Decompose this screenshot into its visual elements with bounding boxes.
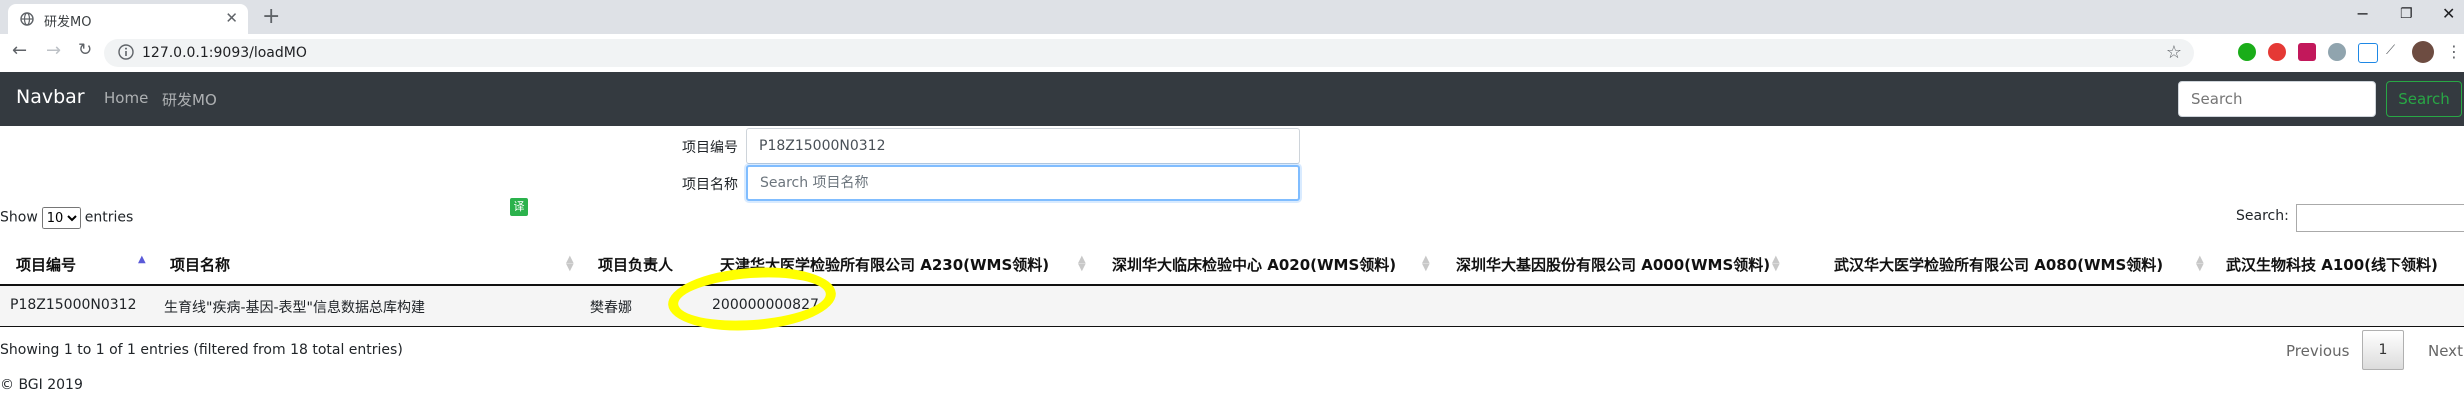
- cell-project-code: P18Z15000N0312: [10, 297, 137, 313]
- column-header-name[interactable]: 项目名称: [170, 254, 230, 275]
- globe-icon: [20, 12, 34, 26]
- info-icon: [118, 44, 134, 60]
- entries-label: entries: [84, 209, 134, 226]
- minimize-icon[interactable]: −: [2356, 4, 2369, 23]
- close-tab-icon[interactable]: ✕: [225, 9, 238, 27]
- column-header-a020[interactable]: 深圳华大临床检验中心 A020(WMS领料): [1112, 254, 1396, 275]
- sort-icon: ▲ ▼: [1422, 254, 1430, 273]
- restore-icon[interactable]: ❐: [2400, 6, 2413, 22]
- reload-icon[interactable]: ↻: [78, 40, 92, 60]
- cell-project-name: 生育线"疾病-基因-表型"信息数据总库构建: [164, 300, 425, 316]
- copyright-text: © BGI 2019: [0, 377, 83, 393]
- browser-tabstrip: 研发MO ✕ + − ❐ ✕: [0, 0, 2464, 34]
- cell-project-manager: 樊春娜: [590, 300, 632, 316]
- sort-icon: ▲ ▼: [2196, 254, 2204, 273]
- show-label: Show: [0, 209, 38, 226]
- table-info: Showing 1 to 1 of 1 entries (filtered fr…: [0, 342, 403, 358]
- project-name-label: 项目名称: [682, 177, 738, 193]
- project-name-search-input[interactable]: [746, 165, 1300, 201]
- extension-red-icon[interactable]: [2268, 43, 2286, 61]
- project-code-input[interactable]: [746, 128, 1300, 164]
- project-code-label: 项目编号: [682, 140, 738, 156]
- page-1-button[interactable]: 1: [2362, 330, 2404, 370]
- sort-asc-icon: ▲: [138, 254, 146, 265]
- browser-toolbar: ← → ↻ 127.0.0.1:9093/loadMO ☆ ⟋ ⋮: [0, 34, 2464, 73]
- menu-dots-icon[interactable]: ⋮: [2446, 42, 2462, 61]
- tab-title: 研发MO: [44, 15, 92, 30]
- next-page-button[interactable]: Next: [2428, 342, 2463, 360]
- table-search-label: Search:: [2236, 208, 2289, 224]
- page-length-control: Show 10 entries: [0, 207, 133, 229]
- bookmark-star-icon[interactable]: ☆: [2166, 42, 2182, 63]
- address-bar[interactable]: 127.0.0.1:9093/loadMO ☆: [104, 39, 2194, 67]
- extension-pink-icon[interactable]: [2298, 43, 2316, 61]
- nav-link-home[interactable]: Home: [104, 89, 148, 107]
- navbar-search-button[interactable]: Search: [2386, 81, 2462, 117]
- previous-page-button[interactable]: Previous: [2286, 342, 2349, 360]
- avatar[interactable]: [2412, 41, 2434, 63]
- forward-icon[interactable]: →: [46, 40, 61, 61]
- sort-icon: ▲ ▼: [1772, 254, 1780, 273]
- sort-icon: ▲ ▼: [566, 254, 574, 273]
- table-search-input[interactable]: [2296, 204, 2464, 232]
- nav-link-mo[interactable]: 研发MO: [162, 89, 217, 110]
- column-header-a100[interactable]: 武汉生物科技 A100(线下领料): [2226, 254, 2438, 275]
- close-window-icon[interactable]: ✕: [2442, 4, 2455, 23]
- back-icon[interactable]: ←: [12, 40, 27, 61]
- column-header-code[interactable]: 项目编号: [16, 254, 76, 275]
- navbar-search-input[interactable]: [2178, 81, 2376, 117]
- column-header-a080[interactable]: 武汉华大医学检验所有限公司 A080(WMS领料): [1834, 254, 2163, 275]
- column-header-a000[interactable]: 深圳华大基因股份有限公司 A000(WMS领料): [1456, 254, 1770, 275]
- table-header: 项目编号 ▲ 项目名称 ▲ ▼ 项目负责人 天津华大医学检验所有限公司 A230(…: [0, 244, 2464, 286]
- new-tab-icon[interactable]: +: [262, 4, 280, 30]
- url-text: 127.0.0.1:9093/loadMO: [142, 45, 307, 61]
- column-header-manager[interactable]: 项目负责人: [598, 254, 673, 275]
- extension-grey-icon[interactable]: [2328, 43, 2346, 61]
- sort-icon: ▲ ▼: [1078, 254, 1086, 273]
- translate-icon[interactable]: 译: [510, 198, 528, 216]
- app-navbar: Navbar Home 研发MO Search: [0, 72, 2464, 126]
- extension-blue-icon[interactable]: [2358, 43, 2378, 63]
- extension-wechat-icon[interactable]: [2238, 43, 2256, 61]
- page-length-select[interactable]: 10: [41, 207, 81, 229]
- extension-chart-icon[interactable]: ⟋: [2386, 43, 2404, 61]
- browser-tab[interactable]: 研发MO ✕: [8, 4, 248, 34]
- table-row: P18Z15000N0312 生育线"疾病-基因-表型"信息数据总库构建 樊春娜…: [0, 286, 2464, 327]
- navbar-brand[interactable]: Navbar: [16, 86, 85, 108]
